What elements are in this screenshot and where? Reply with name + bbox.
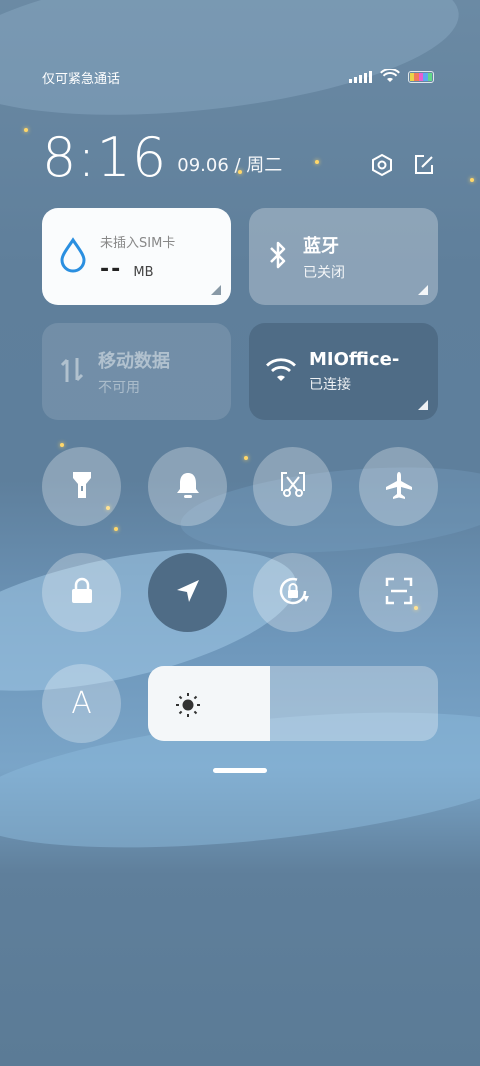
expand-corner-icon [418,400,428,410]
battery-icon [408,71,434,83]
data-usage-label: 未插入SIM卡 [100,235,176,251]
expand-corner-icon [418,285,428,295]
flashlight-icon [71,470,93,504]
clock-row: 8:16 09.06 / 周二 [42,125,438,185]
wifi-network-name: MIOffice- [309,349,400,370]
wifi-tile[interactable]: MIOffice- 已连接 [249,323,438,420]
screenshot-scissors-icon [279,471,307,503]
data-usage-value: -- [100,256,123,282]
bluetooth-tile[interactable]: 蓝牙 已关闭 [249,208,438,305]
mobile-data-tile[interactable]: 移动数据 不可用 [42,323,231,420]
clock-date: 09.06 / 周二 [177,155,283,176]
panel-drag-handle[interactable] [213,768,267,773]
airplane-mode-toggle[interactable] [359,447,438,526]
sparkle [470,178,474,182]
water-drop-icon [58,236,88,277]
mobile-data-arrows-icon [58,354,86,390]
sparkle [114,527,118,531]
location-icon [175,578,201,608]
sparkle [60,443,64,447]
mobile-data-status: 不可用 [98,379,140,396]
clock-time: 8:16 [42,126,168,189]
cellular-signal-icon [349,71,372,83]
font-size-label: A [71,686,92,721]
bluetooth-title: 蓝牙 [303,235,339,257]
airplane-icon [384,470,414,504]
font-size-button[interactable]: A [42,664,121,743]
lock-icon [70,577,94,609]
brightness-slider[interactable] [148,666,438,741]
carrier-status-text: 仅可紧急通话 [42,71,121,87]
bluetooth-icon [265,239,291,275]
status-bar: 仅可紧急通话 [42,66,434,88]
sparkle [24,128,28,132]
screenshot-toggle[interactable] [253,447,332,526]
scan-icon [385,577,413,609]
brightness-fill [148,666,270,741]
expand-corner-icon [211,285,221,295]
rotation-lock-icon [276,574,310,612]
edit-icon[interactable] [410,151,438,179]
wifi-icon [265,357,297,387]
ringer-toggle[interactable] [148,447,227,526]
sun-icon [174,691,202,723]
bluetooth-status: 已关闭 [303,264,345,281]
bell-icon [175,471,201,503]
data-usage-tile[interactable]: 未插入SIM卡 -- MB [42,208,231,305]
scanner-toggle[interactable] [359,553,438,632]
mobile-data-title: 移动数据 [98,350,170,372]
flashlight-toggle[interactable] [42,447,121,526]
location-toggle[interactable] [148,553,227,632]
sparkle [244,456,248,460]
rotation-lock-toggle[interactable] [253,553,332,632]
lock-screen-toggle[interactable] [42,553,121,632]
wifi-status: 已连接 [309,377,351,393]
data-usage-unit: MB [133,264,154,280]
wifi-icon [380,67,400,87]
settings-icon[interactable] [368,151,396,179]
